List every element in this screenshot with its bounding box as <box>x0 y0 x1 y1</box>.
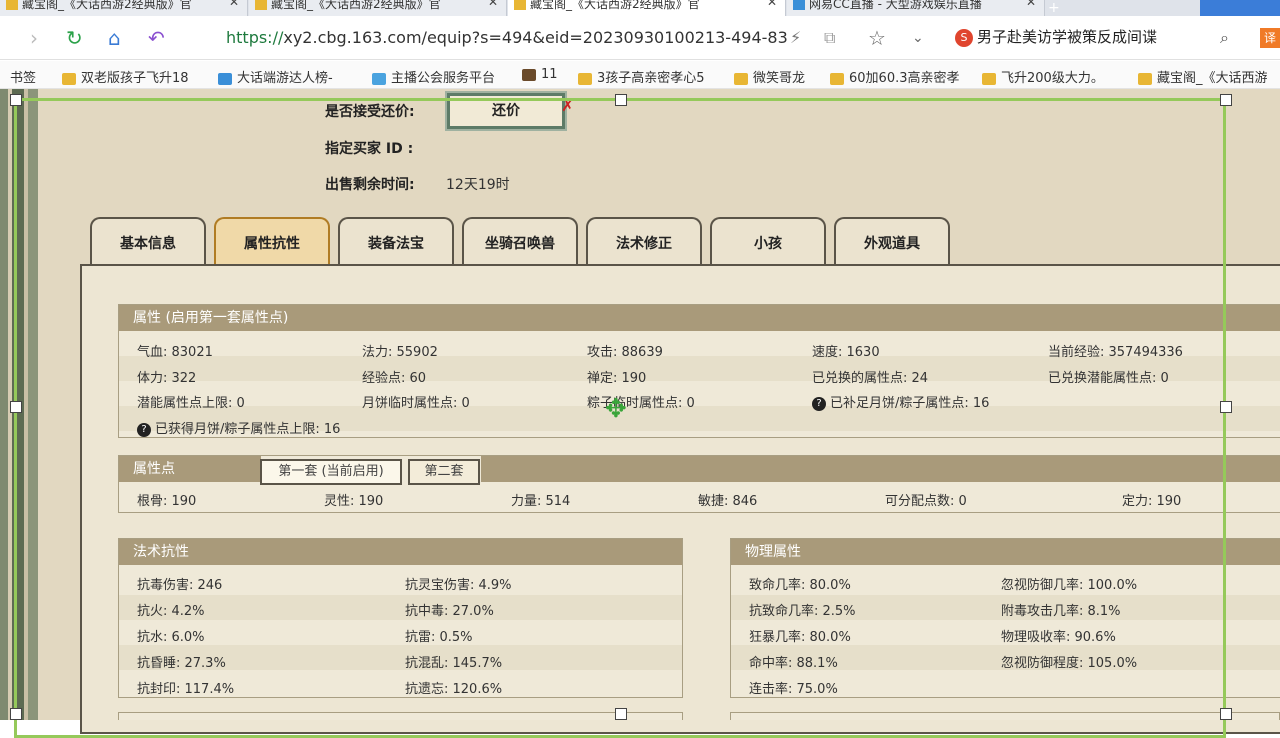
bookmark-icon <box>522 68 536 81</box>
bookmark-icon <box>1138 72 1152 85</box>
translate-button[interactable]: 译 <box>1260 28 1280 48</box>
url-field[interactable]: https://xy2.cbg.163.com/equip?s=494&eid=… <box>226 28 788 47</box>
address-toolbar: › ↻ ⌂ ↶ https://xy2.cbg.163.com/equip?s=… <box>0 16 1280 60</box>
resize-handle[interactable] <box>1220 401 1232 413</box>
resize-handle[interactable] <box>10 94 22 106</box>
browser-tab-strip: 藏宝阁_《大话西游2经典版》官 ✕ 藏宝阁_《大话西游2经典版》官 ✕ 藏宝阁_《大… <box>0 0 1280 16</box>
new-tab-button[interactable]: + <box>1048 0 1060 16</box>
resize-handle[interactable] <box>615 708 627 720</box>
bookmark-item[interactable]: 微笑哥龙 <box>734 67 805 86</box>
browser-tab-active[interactable]: 藏宝阁_《大话西游2经典版》官 ✕ <box>508 0 786 16</box>
search-engine-icon: S <box>955 28 973 47</box>
share-icon[interactable]: ⧉ <box>824 28 835 48</box>
bookmark-item[interactable]: 11 <box>522 67 558 82</box>
resize-handle[interactable] <box>10 708 22 720</box>
search-icon[interactable]: ⌕ <box>1220 28 1229 48</box>
bookmark-item[interactable]: 飞升200级大力。 <box>982 67 1104 86</box>
bookmark-icon <box>218 72 232 85</box>
move-cursor-icon: ✥ <box>605 394 627 424</box>
tab-favicon-icon <box>793 0 805 10</box>
tab-favicon-icon <box>6 0 18 10</box>
browser-tab[interactable]: 藏宝阁_《大话西游2经典版》官 ✕ <box>0 0 248 16</box>
resize-handle[interactable] <box>1220 708 1232 720</box>
resize-handle[interactable] <box>1220 94 1232 106</box>
bookmark-icon <box>734 72 748 85</box>
bookmarks-bar: 书签 双老版孩子飞升18 大话端游达人榜- 主播公会服务平台 11 3孩子高亲密… <box>0 61 1280 89</box>
resize-handle[interactable] <box>615 94 627 106</box>
bookmark-icon <box>372 72 386 85</box>
bookmark-icon <box>62 72 76 85</box>
browser-tab[interactable]: 网易CC直播 - 大型游戏娱乐直播 ✕ <box>787 0 1045 16</box>
close-icon[interactable]: ✕ <box>767 0 777 8</box>
close-icon[interactable]: ✕ <box>1026 0 1036 8</box>
browser-tab[interactable]: 藏宝阁_《大话西游2经典版》官 ✕ <box>249 0 507 16</box>
refresh-icon[interactable]: ↻ <box>66 26 83 50</box>
star-icon[interactable]: ☆ <box>868 26 886 50</box>
tab-favicon-icon <box>255 0 267 10</box>
forward-icon[interactable]: › <box>30 26 38 50</box>
lightning-icon[interactable]: ⚡ <box>790 28 801 47</box>
bookmarks-label[interactable]: 书签 <box>10 67 36 86</box>
tab-favicon-icon <box>514 0 526 10</box>
bookmark-item[interactable]: 3孩子高亲密孝心5 <box>578 67 705 86</box>
bookmark-icon <box>830 72 844 85</box>
account-badge[interactable] <box>1200 0 1280 16</box>
chevron-down-icon[interactable]: ⌄ <box>912 30 924 46</box>
bookmark-item[interactable]: 大话端游达人榜- <box>218 67 333 86</box>
bookmark-item[interactable]: 60加60.3高亲密孝 <box>830 67 960 86</box>
bookmark-item[interactable]: 主播公会服务平台 <box>372 67 495 86</box>
bookmark-item[interactable]: 双老版孩子飞升18 <box>62 67 189 86</box>
bookmark-item[interactable]: 藏宝阁_《大话西游 <box>1138 67 1268 86</box>
bookmark-icon <box>982 72 996 85</box>
resize-handle[interactable] <box>10 401 22 413</box>
home-icon[interactable]: ⌂ <box>108 26 121 50</box>
close-icon[interactable]: ✕ <box>488 0 498 8</box>
bookmark-icon <box>578 72 592 85</box>
undo-icon[interactable]: ↶ <box>148 26 165 50</box>
search-suggestion[interactable]: S 男子赴美访学被策反成间谍 <box>955 26 1157 47</box>
close-icon[interactable]: ✕ <box>229 0 239 8</box>
